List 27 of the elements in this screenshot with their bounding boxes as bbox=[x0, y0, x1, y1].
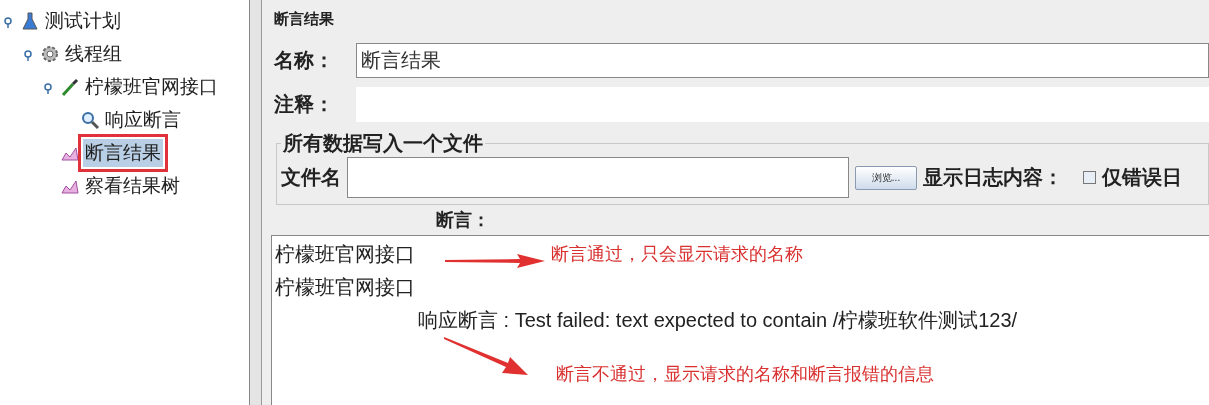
name-field[interactable]: 断言结果 bbox=[356, 42, 1209, 78]
tree-item[interactable]: 测试计划 bbox=[43, 6, 123, 35]
gear-icon bbox=[40, 43, 60, 64]
filename-field[interactable] bbox=[347, 157, 849, 198]
pane-splitter[interactable] bbox=[250, 0, 262, 405]
log-label: 显示日志内容： bbox=[923, 164, 1063, 191]
annotation-note: 断言不通过，显示请求的名称和断言报错的信息 bbox=[556, 362, 934, 386]
assertions-label: 断言： bbox=[435, 208, 491, 232]
result-line: 柠檬班官网接口 bbox=[275, 241, 415, 268]
magnifier-icon bbox=[80, 109, 100, 130]
errors-only-label: 仅错误日 bbox=[1102, 164, 1182, 191]
result-line: 响应断言 : Test failed: text expected to contain /柠檬班软件测试123/ bbox=[417, 308, 1018, 333]
tree-item[interactable]: 察看结果树 bbox=[83, 171, 182, 200]
filename-label: 文件名 bbox=[281, 164, 341, 191]
result-line: 柠檬班官网接口 bbox=[275, 274, 415, 301]
tree-item[interactable]: 柠檬班官网接口 bbox=[83, 72, 220, 101]
annotation-note: 断言通过，只会显示请求的名称 bbox=[551, 242, 803, 266]
panel-title: 断言结果 bbox=[274, 10, 335, 30]
comment-label: 注释： bbox=[274, 90, 335, 118]
flask-icon bbox=[20, 10, 40, 31]
tree-item[interactable]: 线程组 bbox=[63, 39, 124, 68]
errors-only-checkbox[interactable] bbox=[1083, 171, 1096, 184]
name-label: 名称： bbox=[274, 46, 335, 74]
pipette-icon bbox=[60, 76, 80, 97]
tree-item[interactable]: 响应断言 bbox=[103, 105, 183, 134]
group-legend: 所有数据写入一个文件 bbox=[281, 130, 485, 157]
browse-button[interactable]: 浏览... bbox=[855, 165, 917, 190]
